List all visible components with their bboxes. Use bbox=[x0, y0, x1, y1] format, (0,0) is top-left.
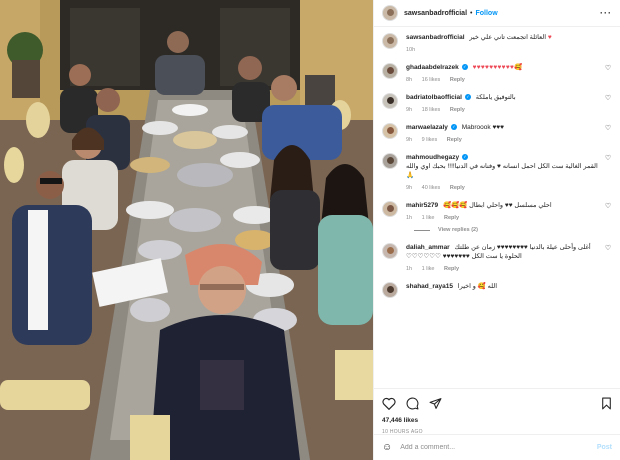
comment-time: 9h bbox=[406, 185, 413, 191]
separator-dot: • bbox=[470, 9, 473, 17]
like-comment-heart-icon[interactable]: ♡ bbox=[604, 155, 612, 163]
commenter-avatar[interactable] bbox=[382, 93, 398, 109]
commenter-avatar[interactable] bbox=[382, 153, 398, 169]
commenter-avatar[interactable] bbox=[382, 282, 398, 298]
comment-time: 1h bbox=[406, 215, 413, 221]
reply-button[interactable]: Reply bbox=[444, 266, 459, 272]
comment-item: shahad_raya15 الله 🥰 و اخيرا bbox=[382, 282, 612, 298]
comment-likes[interactable]: 9 likes bbox=[422, 137, 438, 143]
comment-time: 1h bbox=[406, 266, 413, 272]
view-replies-button[interactable]: View replies (2) bbox=[414, 227, 612, 233]
commenter-avatar[interactable] bbox=[382, 243, 398, 259]
comment-item: badriatolbaofficial ✓ بالتوفيق ياملكة 9h … bbox=[382, 93, 612, 113]
caption-time: 10h bbox=[406, 47, 416, 53]
comment-username[interactable]: badriatolbaofficial bbox=[406, 94, 462, 101]
comment-likes[interactable]: 1 like bbox=[422, 215, 435, 221]
save-bookmark-icon[interactable] bbox=[601, 397, 612, 410]
reply-button[interactable]: Reply bbox=[450, 77, 465, 83]
comment-text: احلي مسلسل ♥♥ واحلي ابطال 🥰🥰🥰 bbox=[442, 202, 552, 209]
commenter-avatar[interactable] bbox=[382, 63, 398, 79]
like-heart-icon[interactable] bbox=[382, 397, 396, 410]
caption-avatar[interactable] bbox=[382, 33, 398, 49]
add-comment-bar: ☺ Post bbox=[374, 434, 620, 460]
post-comment-button[interactable]: Post bbox=[597, 444, 612, 451]
author-username[interactable]: sawsanbadrofficial bbox=[404, 10, 467, 17]
comment-username[interactable]: marwaelazaly bbox=[406, 124, 448, 131]
comment-username[interactable]: mahir5279 bbox=[406, 202, 438, 209]
post-photo[interactable] bbox=[0, 0, 373, 460]
comment-time: 9h bbox=[406, 137, 413, 143]
reply-button[interactable]: Reply bbox=[447, 137, 462, 143]
comment-likes[interactable]: 18 likes bbox=[422, 107, 441, 113]
comment-likes[interactable]: 1 like bbox=[422, 266, 435, 272]
author-avatar[interactable] bbox=[382, 5, 398, 21]
comment-text: ♥♥♥♥♥♥♥♥♥♥🥰 bbox=[472, 64, 523, 71]
commenter-avatar[interactable] bbox=[382, 123, 398, 139]
comment-username[interactable]: daliah_ammar bbox=[406, 244, 450, 251]
follow-button[interactable]: Follow bbox=[475, 10, 497, 17]
reply-button[interactable]: Reply bbox=[450, 185, 465, 191]
comment-username[interactable]: shahad_raya15 bbox=[406, 283, 453, 290]
comment-item: mahmoudhegazy ✓ القمر الغالية ست الكل احم… bbox=[382, 153, 612, 191]
share-paper-plane-icon[interactable] bbox=[429, 397, 442, 410]
comment-text: Mabroook ♥♥♥ bbox=[461, 124, 505, 131]
comment-time: 8h bbox=[406, 77, 413, 83]
comment-likes[interactable]: 40 likes bbox=[422, 185, 441, 191]
comment-item: ghadaabdelrazek ✓ ♥♥♥♥♥♥♥♥♥♥🥰 8h 16 likes… bbox=[382, 63, 612, 83]
comment-item: marwaelazaly ✓ Mabroook ♥♥♥ 9h 9 likes Re… bbox=[382, 123, 612, 143]
comment-username[interactable]: mahmoudhegazy bbox=[406, 154, 459, 161]
like-comment-heart-icon[interactable]: ♡ bbox=[604, 245, 612, 253]
post-header: sawsanbadrofficial • Follow ··· bbox=[374, 0, 620, 27]
comment-text: الله 🥰 و اخيرا bbox=[457, 283, 498, 290]
family-dinner-photo bbox=[0, 0, 373, 460]
verified-badge-icon: ✓ bbox=[462, 154, 469, 161]
like-comment-heart-icon[interactable]: ♡ bbox=[604, 95, 612, 103]
comment-likes[interactable]: 16 likes bbox=[422, 77, 441, 83]
caption-text: العائلة اتجمعت تاني علي خير bbox=[469, 34, 547, 41]
like-comment-heart-icon[interactable]: ♡ bbox=[604, 65, 612, 73]
comment-username[interactable]: ghadaabdelrazek bbox=[406, 64, 459, 71]
like-comment-heart-icon[interactable]: ♡ bbox=[604, 203, 612, 211]
add-comment-input[interactable] bbox=[400, 444, 597, 451]
reply-button[interactable]: Reply bbox=[450, 107, 465, 113]
reply-button[interactable]: Reply bbox=[444, 215, 459, 221]
comment-item: mahir5279 احلي مسلسل ♥♥ واحلي ابطال 🥰🥰🥰 … bbox=[382, 201, 612, 221]
commenter-avatar[interactable] bbox=[382, 201, 398, 217]
caption-heart-emoji: ♥ bbox=[547, 34, 552, 41]
comments-list[interactable]: sawsanbadrofficial العائلة اتجمعت تاني ع… bbox=[374, 27, 620, 388]
comment-item: daliah_ammar أغلى وأحلى عيلة بالدنيا ♥♥♥… bbox=[382, 243, 612, 272]
comment-text: القمر الغالية ست الكل احمل انسانه ♥ وفنا… bbox=[406, 163, 598, 179]
comment-time: 9h bbox=[406, 107, 413, 113]
like-comment-heart-icon[interactable]: ♡ bbox=[604, 125, 612, 133]
caption: sawsanbadrofficial العائلة اتجمعت تاني ع… bbox=[382, 33, 612, 53]
more-icon[interactable]: ··· bbox=[600, 8, 612, 18]
likes-count[interactable]: 47,446 likes bbox=[382, 417, 612, 424]
post-side-panel: sawsanbadrofficial • Follow ··· sawsanba… bbox=[373, 0, 620, 460]
instagram-post-modal: sawsanbadrofficial • Follow ··· sawsanba… bbox=[0, 0, 620, 460]
comment-bubble-icon[interactable] bbox=[406, 397, 419, 410]
comment-text: بالتوفيق ياملكة bbox=[475, 94, 516, 101]
verified-badge-icon: ✓ bbox=[450, 124, 457, 131]
verified-badge-icon: ✓ bbox=[464, 94, 471, 101]
verified-badge-icon: ✓ bbox=[461, 64, 468, 71]
emoji-icon[interactable]: ☺ bbox=[382, 442, 392, 453]
caption-username[interactable]: sawsanbadrofficial bbox=[406, 34, 465, 41]
